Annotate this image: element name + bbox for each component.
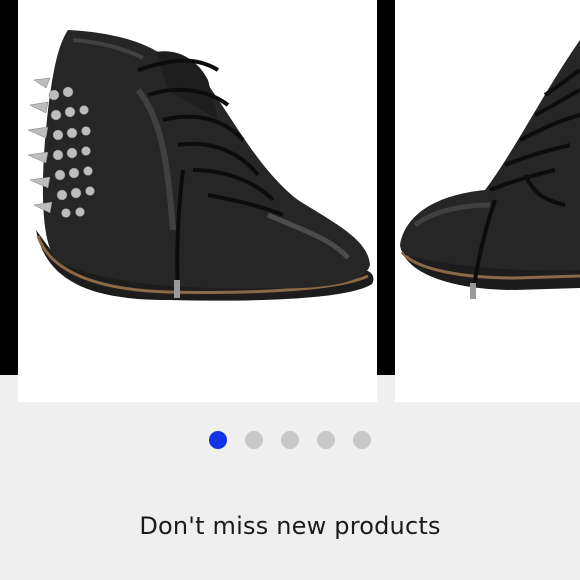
pagination-dot-1[interactable]: [209, 431, 227, 449]
pagination-dot-5[interactable]: [353, 431, 371, 449]
product-image-carousel[interactable]: [0, 0, 580, 402]
product-image-spiked-sneaker: [18, 0, 377, 402]
left-black-border: [0, 0, 18, 375]
pagination-dot-3[interactable]: [281, 431, 299, 449]
carousel-slide-1[interactable]: [18, 0, 377, 402]
banner-text: Don't miss new products: [139, 512, 441, 540]
carousel-pagination: [0, 431, 580, 449]
product-image-sneaker-closeup: [395, 0, 580, 402]
pagination-dot-4[interactable]: [317, 431, 335, 449]
carousel-slide-2[interactable]: [395, 0, 580, 402]
pagination-dot-2[interactable]: [245, 431, 263, 449]
center-black-border: [377, 0, 395, 375]
